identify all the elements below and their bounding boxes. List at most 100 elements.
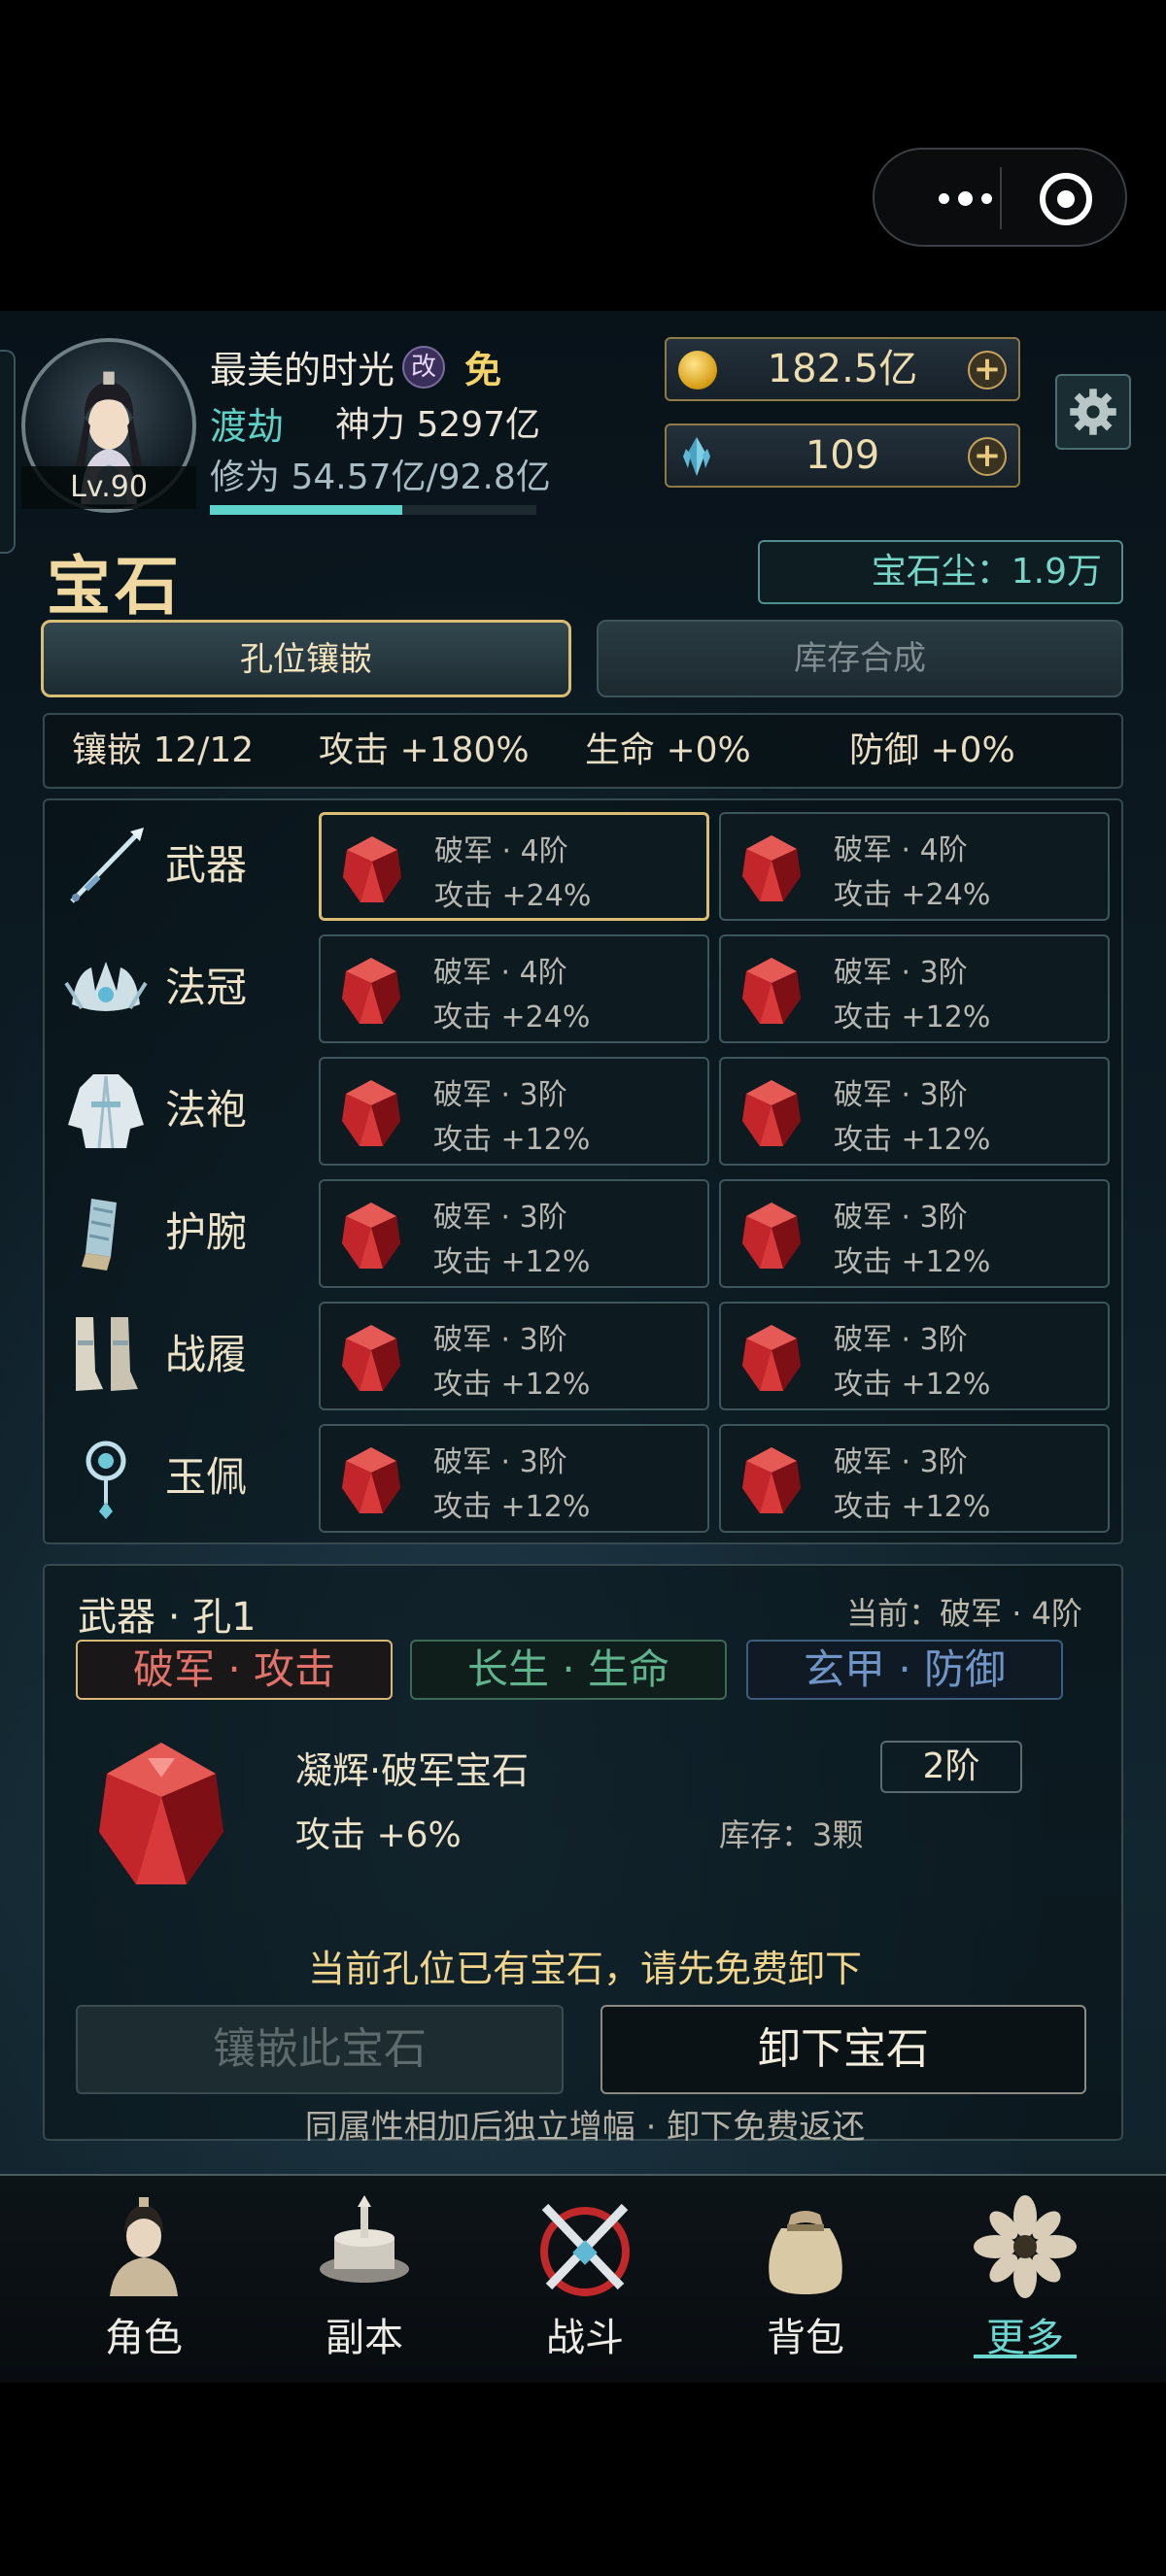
gem-socket[interactable]: 破军 · 3阶 攻击 +12%	[319, 1302, 709, 1410]
socket-gem-stat: 攻击 +12%	[834, 1490, 991, 1524]
life-bonus: 生命 +0%	[585, 730, 751, 770]
socket-gem-name: 破军 · 3阶	[433, 1078, 567, 1112]
side-drawer-tab[interactable]	[0, 350, 16, 554]
cultivation-label: 修为 54.57亿/92.8亿	[210, 458, 551, 497]
bracer-icon	[62, 1189, 150, 1276]
nav-label: 战斗	[546, 2316, 624, 2360]
red-gem-icon	[340, 956, 402, 1026]
equipment-slot-row: 法袍 破军 · 3阶 攻击 +12% 破军 · 3阶 攻击 +12%	[45, 1053, 1125, 1168]
nav-item-1[interactable]: 角色	[47, 2176, 241, 2385]
socket-gem-name: 破军 · 3阶	[834, 1078, 968, 1112]
socket-gem-name: 破军 · 4阶	[434, 834, 568, 868]
add-gold-button[interactable]: +	[968, 351, 1007, 390]
gem-socket[interactable]: 破军 · 3阶 攻击 +12%	[719, 1424, 1110, 1533]
socket-title: 武器 · 孔1	[78, 1595, 257, 1640]
socket-gem-name: 破军 · 3阶	[433, 1445, 567, 1479]
add-crystal-button[interactable]: +	[968, 437, 1007, 476]
equipment-name: 法冠	[165, 964, 248, 1011]
inlay-gem-button[interactable]: 镶嵌此宝石	[76, 2005, 564, 2094]
cultivation-progress-bar	[210, 505, 536, 515]
inlay-count: 镶嵌 12/12	[72, 730, 255, 770]
gem-stat: 攻击 +6%	[295, 1815, 462, 1855]
socket-gem-name: 破军 · 3阶	[433, 1323, 567, 1357]
free-badge: 免	[464, 349, 502, 391]
nav-item-5[interactable]: 更多	[928, 2176, 1122, 2385]
inlay-hint: 同属性相加后独立增幅 · 卸下免费返还	[304, 2108, 866, 2147]
boots-icon	[62, 1311, 150, 1399]
gem-socket[interactable]: 破军 · 3阶 攻击 +12%	[719, 1179, 1110, 1288]
sword-icon	[62, 822, 150, 909]
red-gem-icon	[740, 1323, 803, 1393]
rename-badge[interactable]: 改	[402, 345, 446, 389]
capsule-divider	[1000, 167, 1002, 229]
gem-socket[interactable]: 破军 · 3阶 攻击 +12%	[719, 1302, 1110, 1410]
pendant-icon	[62, 1434, 150, 1521]
gem-socket[interactable]: 破军 · 3阶 攻击 +12%	[719, 934, 1110, 1043]
nav-item-3[interactable]: 战斗	[488, 2176, 682, 2385]
equipment-name: 玉佩	[165, 1453, 248, 1501]
type-chip-life[interactable]: 长生 · 生命	[410, 1640, 727, 1700]
red-gem-icon	[340, 1323, 402, 1393]
equipment-slot-row: 护腕 破军 · 3阶 攻击 +12% 破军 · 3阶 攻击 +12%	[45, 1175, 1125, 1290]
player-name-text: 最美的时光	[210, 349, 395, 391]
gem-socket[interactable]: 破军 · 4阶 攻击 +24%	[319, 812, 709, 921]
red-gem-icon	[340, 1201, 402, 1271]
nav-active-underline	[974, 2355, 1077, 2358]
red-gem-icon	[340, 1078, 402, 1148]
socket-gem-name: 破军 · 3阶	[433, 1201, 567, 1235]
red-gem-icon	[740, 1201, 803, 1271]
type-chip-attack[interactable]: 破军 · 攻击	[76, 1640, 393, 1700]
red-gem-icon	[740, 1445, 803, 1515]
equipment-name: 战履	[165, 1331, 248, 1378]
nav-item-2[interactable]: 副本	[267, 2176, 462, 2385]
gold-coin-icon	[678, 351, 717, 390]
red-gem-icon	[740, 1078, 803, 1148]
bag-icon	[752, 2193, 859, 2300]
equipment-name: 护腕	[165, 1208, 248, 1256]
settings-gear-icon[interactable]	[1055, 374, 1131, 450]
socket-gem-name: 破军 · 3阶	[834, 1323, 968, 1357]
equipment-name: 武器	[165, 841, 248, 889]
red-gem-icon	[740, 833, 803, 903]
gem-socket[interactable]: 破军 · 3阶 攻击 +12%	[319, 1179, 709, 1288]
remove-gem-button[interactable]: 卸下宝石	[600, 2005, 1086, 2094]
socket-gem-name: 破军 · 4阶	[834, 833, 968, 867]
gem-socket[interactable]: 破军 · 3阶 攻击 +12%	[319, 1057, 709, 1166]
socket-gem-name: 破军 · 3阶	[834, 1201, 968, 1235]
more-icon	[972, 2193, 1079, 2300]
red-gem-icon	[340, 1445, 402, 1515]
game-screen: Lv.90 最美的时光 改 免 渡劫 神力 5297亿 修为 54.57亿/92…	[0, 311, 1166, 2383]
page-title: 宝石	[47, 549, 183, 624]
gem-tier-select[interactable]: 2阶	[880, 1741, 1022, 1793]
attack-bonus: 攻击 +180%	[319, 730, 530, 770]
socket-gem-stat: 攻击 +12%	[834, 1368, 991, 1402]
tab-socket-inlay[interactable]: 孔位镶嵌	[41, 620, 571, 697]
socket-gem-stat: 攻击 +24%	[834, 878, 991, 912]
gem-socket[interactable]: 破军 · 4阶 攻击 +24%	[719, 812, 1110, 921]
gem-socket[interactable]: 破军 · 3阶 攻击 +12%	[719, 1057, 1110, 1166]
close-target-icon[interactable]	[1040, 173, 1092, 225]
mini-program-capsule	[873, 148, 1127, 247]
gem-socket[interactable]: 破军 · 4阶 攻击 +24%	[319, 934, 709, 1043]
battle-icon	[532, 2193, 638, 2300]
nav-item-4[interactable]: 背包	[708, 2176, 903, 2385]
nav-label: 副本	[326, 2316, 403, 2360]
gem-stock: 库存：3颗	[719, 1816, 864, 1853]
socket-detail-panel: 武器 · 孔1 当前：破军 · 4阶 破军 · 攻击 长生 · 生命 玄甲 · …	[43, 1564, 1123, 2147]
red-gem-icon	[341, 834, 403, 904]
socket-gem-name: 破军 · 4阶	[433, 956, 567, 990]
dungeon-icon	[311, 2193, 418, 2300]
defense-bonus: 防御 +0%	[849, 730, 1015, 770]
more-dots-icon[interactable]	[911, 177, 1018, 220]
inlay-summary: 镶嵌 12/12 攻击 +180% 生命 +0% 防御 +0%	[43, 713, 1123, 789]
level-badge: Lv.90	[21, 466, 196, 509]
crystal-value: 109	[805, 433, 880, 478]
equipment-slot-list: 武器 破军 · 4阶 攻击 +24% 破军 · 4阶 攻击 +24% 法冠 破军 · 4阶攻…	[43, 798, 1123, 1544]
gem-socket[interactable]: 破军 · 3阶 攻击 +12%	[319, 1424, 709, 1533]
socket-gem-name: 破军 · 3阶	[834, 956, 968, 990]
type-chip-defense[interactable]: 玄甲 · 防御	[746, 1640, 1063, 1700]
player-name: 最美的时光 改 免	[210, 340, 501, 393]
tab-inventory-synthesis[interactable]: 库存合成	[597, 620, 1123, 697]
crystal-icon	[683, 437, 710, 476]
red-gem-icon	[740, 956, 803, 1026]
